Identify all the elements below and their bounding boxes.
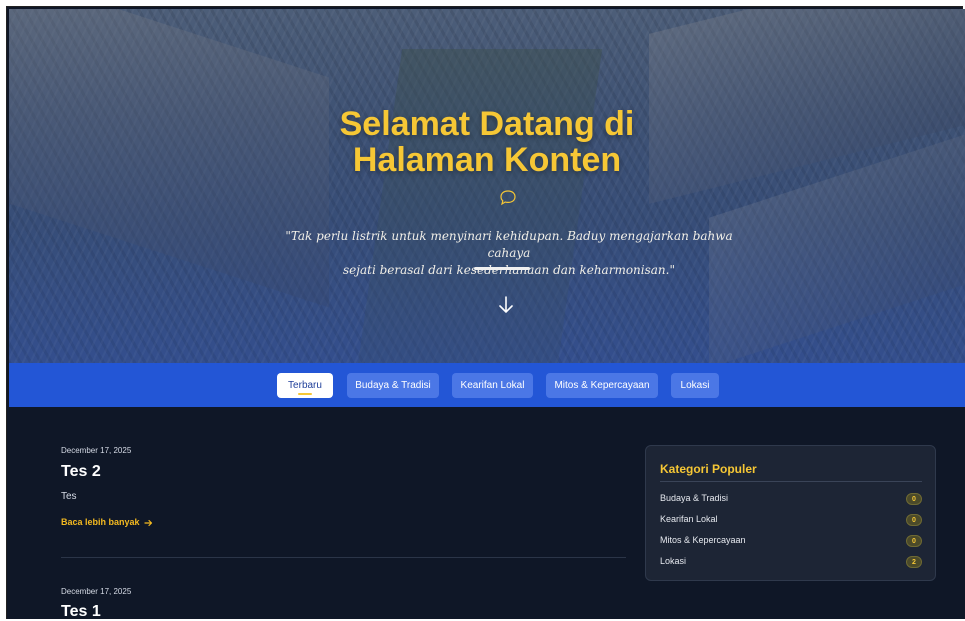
content-area: December 17, 2025 Tes 2 Tes Baca lebih b… (9, 407, 965, 621)
category-item-budaya-tradisi[interactable]: Budaya & Tradisi 0 (660, 492, 922, 506)
hero-divider (474, 267, 530, 270)
arrow-right-icon (144, 519, 153, 526)
tab-lokasi[interactable]: Lokasi (671, 373, 719, 398)
category-count-badge: 0 (906, 535, 922, 547)
category-label: Mitos & Kepercayaan (660, 535, 746, 545)
hero-quote-line-2: sejati berasal dari kesederhanaan dan ke… (342, 263, 675, 277)
popular-categories-card: Kategori Populer Budaya & Tradisi 0 Kear… (645, 445, 936, 581)
hero-quote-line-1: "Tak perlu listrik untuk menyinari kehid… (285, 229, 733, 260)
category-count-badge: 0 (906, 514, 922, 526)
hero-overlay (9, 9, 965, 364)
category-count-badge: 2 (906, 556, 922, 568)
post-date: December 17, 2025 (61, 446, 132, 455)
category-item-kearifan-lokal[interactable]: Kearifan Lokal 0 (660, 513, 922, 527)
hero-section: Selamat Datang di Halaman Konten "Tak pe… (9, 9, 965, 364)
popular-categories-divider (660, 481, 922, 482)
chat-bubble-icon (500, 190, 516, 206)
hero-quote: "Tak perlu listrik untuk menyinari kehid… (279, 228, 739, 279)
arrow-down-icon[interactable] (496, 294, 516, 316)
category-count-badge: 0 (906, 493, 922, 505)
post-date: December 17, 2025 (61, 587, 132, 596)
post-excerpt: Tes (61, 491, 77, 502)
post-title[interactable]: Tes 2 (61, 463, 101, 481)
read-more-link[interactable]: Baca lebih banyak (61, 517, 153, 527)
tab-mitos-kepercayaan[interactable]: Mitos & Kepercayaan (546, 373, 658, 398)
category-label: Lokasi (660, 556, 687, 566)
category-item-mitos-kepercayaan[interactable]: Mitos & Kepercayaan 0 (660, 534, 922, 548)
page-title-line-1: Selamat Datang di (339, 105, 635, 143)
category-label: Budaya & Tradisi (660, 493, 729, 503)
popular-categories-title: Kategori Populer (660, 462, 757, 476)
page-title: Selamat Datang di Halaman Konten (9, 106, 965, 178)
tab-terbaru[interactable]: Terbaru (277, 373, 333, 398)
page-title-line-2: Halaman Konten (352, 141, 622, 179)
post-title[interactable]: Tes 1 (61, 603, 101, 621)
tab-kearifan-lokal[interactable]: Kearifan Lokal (452, 373, 533, 398)
tab-budaya-tradisi[interactable]: Budaya & Tradisi (347, 373, 439, 398)
post-separator (61, 557, 626, 558)
read-more-label: Baca lebih banyak (61, 517, 140, 527)
category-tabs-bar: Terbaru Budaya & Tradisi Kearifan Lokal … (9, 363, 965, 407)
category-label: Kearifan Lokal (660, 514, 718, 524)
category-item-lokasi[interactable]: Lokasi 2 (660, 555, 922, 569)
